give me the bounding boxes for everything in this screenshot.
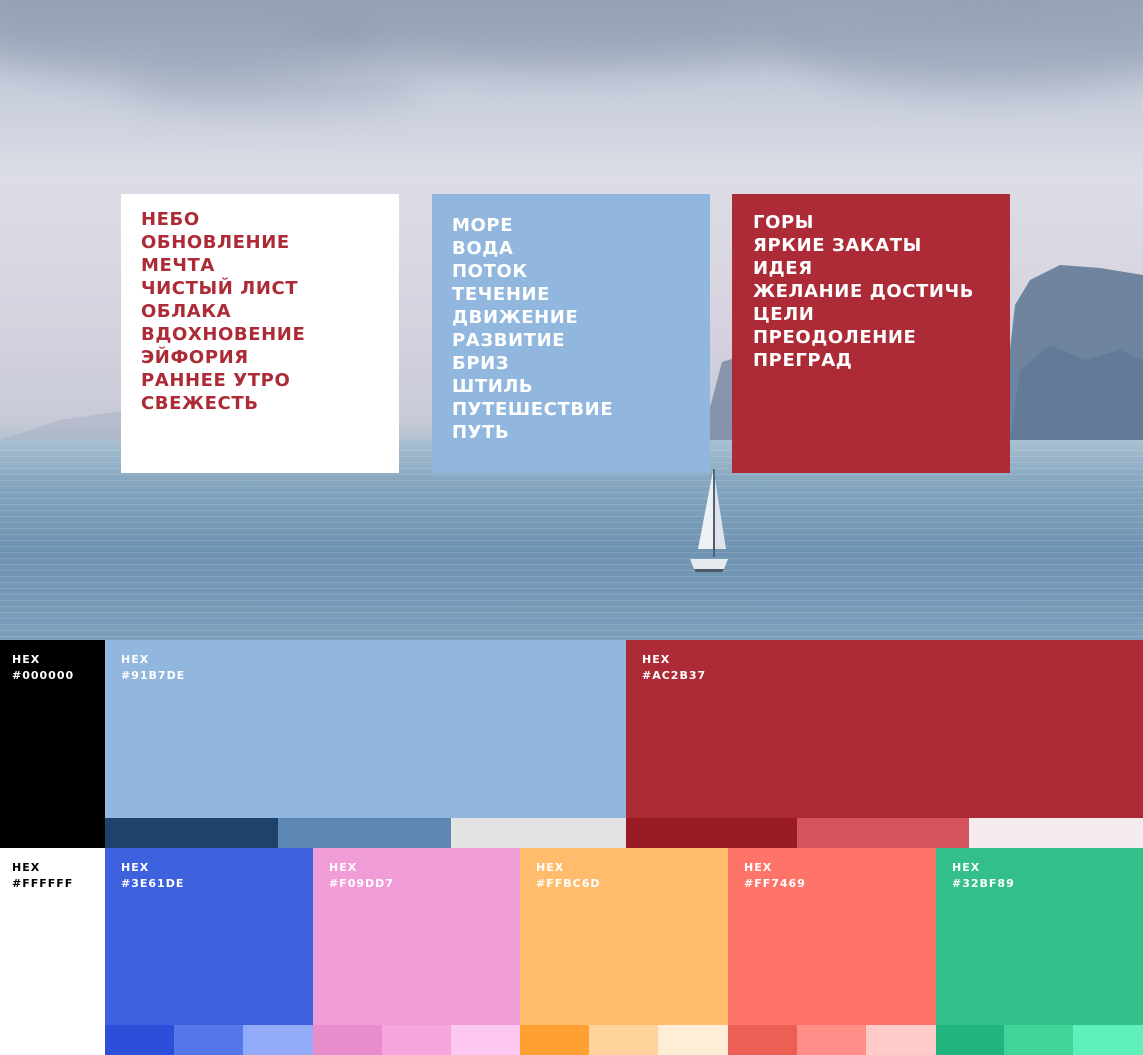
swatch-pink: HEX #F09DD7 — [313, 848, 520, 1025]
hex-word: HEX — [329, 861, 358, 874]
tone-light — [866, 1025, 936, 1055]
word-item: СВЕЖЕСТЬ — [141, 393, 259, 414]
word-item: ПРЕГРАД — [753, 350, 853, 371]
word-item: ЭЙФОРИЯ — [141, 347, 249, 368]
sailboat-icon — [690, 469, 728, 572]
hex-code: #FFBC6D — [536, 877, 601, 890]
tone-light — [658, 1025, 728, 1055]
tone-light — [1073, 1025, 1143, 1055]
hex-word: HEX — [642, 653, 671, 666]
tone-mid — [278, 818, 451, 848]
word-item: ПУТЬ — [452, 422, 510, 443]
card-mountain-words: ГОРЫ ЯРКИЕ ЗАКАТЫ ИДЕЯ ЖЕЛАНИЕ ДОСТИЧЬ Ц… — [732, 194, 1010, 473]
word-item: ПРЕОДОЛЕНИЕ — [753, 327, 917, 348]
hex-word: HEX — [952, 861, 981, 874]
tone-dark — [626, 818, 797, 848]
hex-label: HEX #3E61DE — [121, 860, 184, 892]
word-item: ГОРЫ — [753, 212, 815, 233]
hex-code: #32BF89 — [952, 877, 1015, 890]
word-item: ПОТОК — [452, 261, 528, 282]
tone-dark — [105, 818, 278, 848]
hex-word: HEX — [12, 653, 41, 666]
swatch-black: HEX #000000 — [0, 640, 105, 848]
word-item: РАННЕЕ УТРО — [141, 370, 291, 391]
tone-dark — [313, 1025, 382, 1055]
hex-label: HEX #000000 — [12, 652, 74, 684]
tone-mid — [382, 1025, 451, 1055]
sea-ripples — [0, 450, 1143, 640]
swatch-light-blue: HEX #91B7DE — [105, 640, 626, 818]
hex-word: HEX — [121, 653, 150, 666]
word-item: ОБНОВЛЕНИЕ — [141, 232, 290, 253]
hex-code: #F09DD7 — [329, 877, 394, 890]
tone-dark — [105, 1025, 174, 1055]
hex-label: HEX #FFBC6D — [536, 860, 601, 892]
swatch-green: HEX #32BF89 — [936, 848, 1143, 1025]
word-item: ИДЕЯ — [753, 258, 813, 279]
hex-label: HEX #32BF89 — [952, 860, 1015, 892]
hex-label: HEX #F09DD7 — [329, 860, 394, 892]
tone-mid — [589, 1025, 658, 1055]
word-item: ЦЕЛИ — [753, 304, 815, 325]
tone-mid — [1004, 1025, 1073, 1055]
word-item: ВОДА — [452, 238, 514, 259]
tone-dark — [936, 1025, 1004, 1055]
tone-light — [451, 1025, 520, 1055]
word-item: МЕЧТА — [141, 255, 215, 276]
hex-word: HEX — [121, 861, 150, 874]
word-item: ШТИЛЬ — [452, 376, 534, 397]
word-item: МОРЕ — [452, 215, 514, 236]
word-item: ОБЛАКА — [141, 301, 232, 322]
word-item: ЧИСТЫЙ ЛИСТ — [141, 278, 299, 299]
word-item: НЕБО — [141, 209, 200, 230]
hex-word: HEX — [12, 861, 41, 874]
swatch-orange: HEX #FFBC6D — [520, 848, 728, 1025]
swatch-red: HEX #AC2B37 — [626, 640, 1143, 818]
hex-label: HEX #FF7469 — [744, 860, 806, 892]
hex-label: HEX #FFFFFF — [12, 860, 73, 892]
swatch-blue: HEX #3E61DE — [105, 848, 313, 1025]
word-item: ПУТЕШЕСТВИЕ — [452, 399, 614, 420]
hex-label: HEX #91B7DE — [121, 652, 185, 684]
word-item: РАЗВИТИЕ — [452, 330, 566, 351]
cloud — [120, 60, 420, 110]
hex-code: #AC2B37 — [642, 669, 707, 682]
tone-dark — [728, 1025, 797, 1055]
swatch-coral: HEX #FF7469 — [728, 848, 936, 1025]
hex-word: HEX — [536, 861, 565, 874]
word-item: ЖЕЛАНИЕ ДОСТИЧЬ — [753, 281, 975, 302]
tone-dark — [520, 1025, 589, 1055]
tone-mid — [174, 1025, 243, 1055]
tone-light — [451, 818, 626, 848]
word-item: БРИЗ — [452, 353, 510, 374]
hex-word: HEX — [744, 861, 773, 874]
hex-code: #3E61DE — [121, 877, 185, 890]
cloud — [780, 0, 1143, 90]
card-sky-words: НЕБО ОБНОВЛЕНИЕ МЕЧТА ЧИСТЫЙ ЛИСТ ОБЛАКА… — [121, 194, 399, 473]
card-sea-words: МОРЕ ВОДА ПОТОК ТЕЧЕНИЕ ДВИЖЕНИЕ РАЗВИТИ… — [432, 194, 710, 473]
cloud — [300, 0, 820, 70]
word-item: ВДОХНОВЕНИЕ — [141, 324, 306, 345]
tone-light — [969, 818, 1143, 848]
swatch-white: HEX #FFFFFF — [0, 848, 105, 1055]
word-item: ДВИЖЕНИЕ — [452, 307, 579, 328]
tone-mid — [797, 818, 969, 848]
word-item: ЯРКИЕ ЗАКАТЫ — [753, 235, 922, 256]
hex-code: #FF7469 — [744, 877, 806, 890]
hex-code: #000000 — [12, 669, 75, 682]
hex-label: HEX #AC2B37 — [642, 652, 706, 684]
tone-light — [243, 1025, 313, 1055]
word-item: ТЕЧЕНИЕ — [452, 284, 551, 305]
hex-code: #91B7DE — [121, 669, 186, 682]
tone-mid — [797, 1025, 866, 1055]
hex-code: #FFFFFF — [12, 877, 74, 890]
